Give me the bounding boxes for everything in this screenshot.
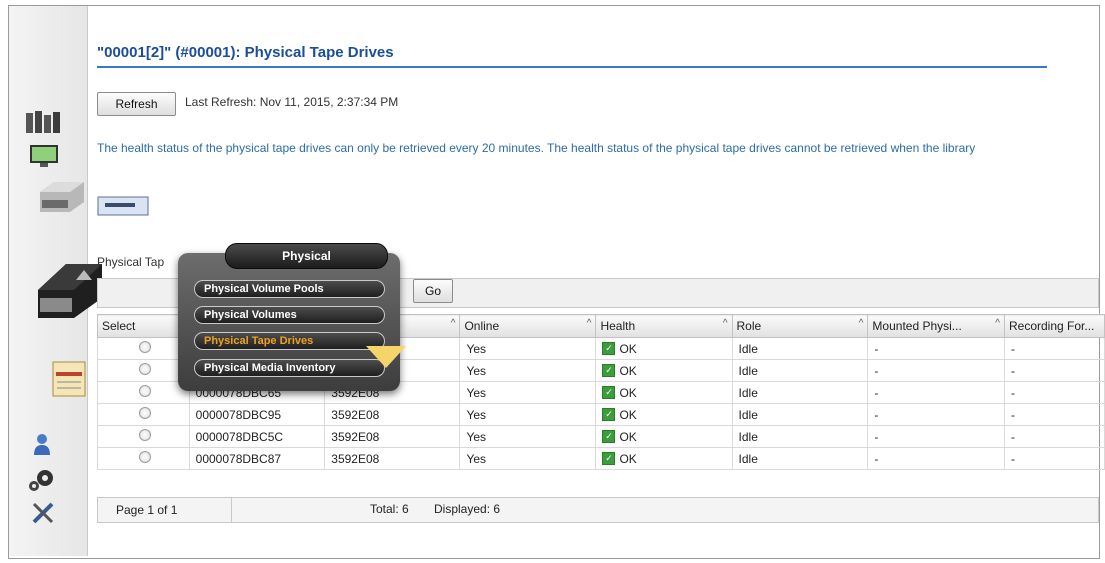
- menu-item-physical-volume-pools[interactable]: Physical Volume Pools: [194, 280, 385, 298]
- cell-mounted: -: [867, 425, 1005, 448]
- cell-serial: 0000078DBC87: [188, 447, 326, 470]
- cell-health: ✓ OK: [595, 381, 733, 404]
- popup-header: Physical: [225, 243, 388, 269]
- cell-role: Idle: [731, 403, 869, 426]
- cell-serial: 0000078DBC5C: [188, 425, 326, 448]
- cell-recording: -: [1004, 337, 1105, 360]
- row-select-radio[interactable]: [139, 363, 151, 375]
- row-select-radio[interactable]: [139, 385, 151, 397]
- physical-library-icon[interactable]: [32, 262, 106, 323]
- last-refresh-value: Nov 11, 2015, 2:37:34 PM: [259, 95, 399, 109]
- total-count: Total: 6: [370, 502, 409, 516]
- column-header-select[interactable]: Select^: [97, 314, 190, 338]
- check-icon: ✓: [602, 342, 616, 356]
- monitor-icon[interactable]: [26, 143, 62, 172]
- cell-recording: -: [1004, 403, 1105, 426]
- column-header-mounted[interactable]: Mounted Physi... ^: [867, 314, 1005, 338]
- column-header-health[interactable]: Health ^: [595, 314, 733, 338]
- column-header-recording[interactable]: Recording For...: [1004, 314, 1105, 338]
- user-icon[interactable]: [32, 433, 52, 458]
- cluster-icon[interactable]: [24, 109, 64, 138]
- menu-item-physical-tape-drives[interactable]: Physical Tape Drives: [194, 332, 385, 350]
- cell-recording: -: [1004, 447, 1105, 470]
- page-indicator: Page 1 of 1: [116, 503, 178, 517]
- check-icon: ✓: [602, 386, 616, 400]
- cell-online: Yes: [459, 447, 597, 470]
- cell-health: ✓ OK: [595, 337, 733, 360]
- pager-divider: [231, 498, 232, 522]
- settings-icon[interactable]: [28, 468, 56, 495]
- column-header-online[interactable]: Online ^: [459, 314, 597, 338]
- virtual-library-icon[interactable]: [36, 180, 88, 217]
- cell-online: Yes: [459, 425, 597, 448]
- cell-type: 3592E08: [324, 447, 461, 470]
- tools-icon[interactable]: [30, 500, 56, 529]
- last-refresh: Last Refresh: Nov 11, 2015, 2:37:34 PM: [185, 95, 398, 109]
- policies-icon[interactable]: [50, 358, 88, 401]
- cell-online: Yes: [459, 337, 597, 360]
- page-title: "00001[2]" (#00001): Physical Tape Drive…: [97, 44, 394, 61]
- drive-icon[interactable]: [97, 195, 149, 220]
- cell-recording: -: [1004, 359, 1105, 382]
- cell-mounted: -: [867, 403, 1005, 426]
- refresh-button[interactable]: Refresh: [97, 92, 176, 116]
- check-icon: ✓: [602, 430, 616, 444]
- menu-item-physical-media-inventory[interactable]: Physical Media Inventory: [194, 359, 385, 377]
- cell-role: Idle: [731, 447, 869, 470]
- cell-health: ✓ OK: [595, 447, 733, 470]
- menu-pointer-icon: [366, 346, 406, 368]
- cell-type: 3592E08: [324, 403, 461, 426]
- health-info-text: The health status of the physical tape d…: [97, 141, 976, 155]
- cell-recording: -: [1004, 381, 1105, 404]
- table-row[interactable]: 0000078DBC5C 3592E08 Yes ✓ OK Idle - -: [97, 425, 1105, 448]
- row-select-radio[interactable]: [139, 451, 151, 463]
- cell-online: Yes: [459, 403, 597, 426]
- cell-serial: 0000078DBC95: [188, 403, 326, 426]
- title-divider: [97, 66, 1047, 68]
- cell-role: Idle: [731, 337, 869, 360]
- row-select-radio[interactable]: [139, 407, 151, 419]
- last-refresh-label: Last Refresh:: [185, 95, 257, 109]
- cell-online: Yes: [459, 381, 597, 404]
- table-row[interactable]: 0000078DBC87 3592E08 Yes ✓ OK Idle - -: [97, 447, 1105, 470]
- cell-type: 3592E08: [324, 425, 461, 448]
- cell-role: Idle: [731, 425, 869, 448]
- cell-mounted: -: [867, 381, 1005, 404]
- row-select-radio[interactable]: [139, 341, 151, 353]
- row-select-radio[interactable]: [139, 429, 151, 441]
- cell-mounted: -: [867, 359, 1005, 382]
- column-header-role[interactable]: Role ^: [731, 314, 869, 338]
- cell-health: ✓ OK: [595, 359, 733, 382]
- cell-online: Yes: [459, 359, 597, 382]
- check-icon: ✓: [602, 452, 616, 466]
- section-label: Physical Tap: [97, 255, 165, 269]
- displayed-count: Displayed: 6: [434, 502, 501, 516]
- cell-health: ✓ OK: [595, 425, 733, 448]
- cell-role: Idle: [731, 359, 869, 382]
- check-icon: ✓: [602, 364, 616, 378]
- cell-recording: -: [1004, 425, 1105, 448]
- cell-role: Idle: [731, 381, 869, 404]
- table-row[interactable]: 0000078DBC95 3592E08 Yes ✓ OK Idle - -: [97, 403, 1105, 426]
- cell-mounted: -: [867, 337, 1005, 360]
- table-pager: Page 1 of 1 Total: 6 Displayed: 6: [97, 497, 1099, 523]
- go-button[interactable]: Go: [413, 279, 453, 303]
- menu-item-physical-volumes[interactable]: Physical Volumes: [194, 306, 385, 324]
- cell-health: ✓ OK: [595, 403, 733, 426]
- cell-mounted: -: [867, 447, 1005, 470]
- check-icon: ✓: [602, 408, 616, 422]
